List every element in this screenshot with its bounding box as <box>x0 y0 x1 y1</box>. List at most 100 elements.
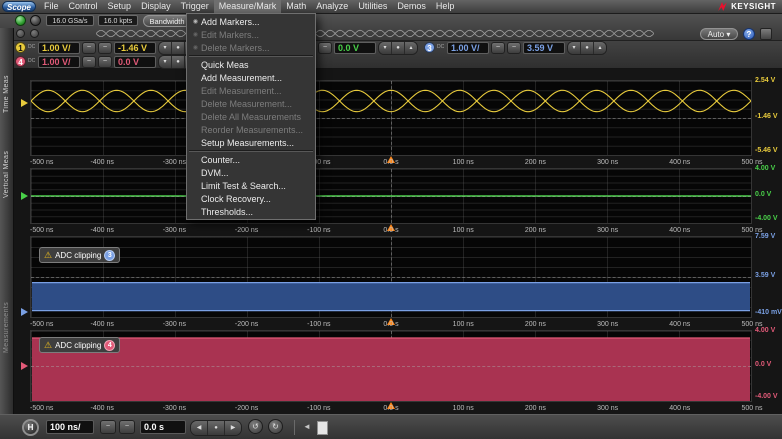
step-zero-icon[interactable]: ● <box>392 42 405 54</box>
channel-4-scale-field[interactable]: 1.00 V/ <box>38 56 80 68</box>
ground-marker-ch2[interactable] <box>21 192 28 200</box>
channel-3-offset-stepper: ▾●▴ <box>567 41 607 55</box>
menu-item-clock-recovery[interactable]: Clock Recovery... <box>187 192 315 205</box>
step-up-icon[interactable]: ▴ <box>594 42 606 54</box>
oscilloscope-app: Scope FileControlSetupDisplayTriggerMeas… <box>0 0 782 439</box>
measure-mark-menu: ◉Add Markers...◉Edit Markers...◉Delete M… <box>186 13 316 220</box>
menubar-item-display[interactable]: Display <box>136 0 176 13</box>
channel-3-scale-field[interactable]: 1.00 V/ <box>447 42 489 54</box>
channel-3-chip[interactable]: 3 <box>104 250 115 261</box>
run-button[interactable] <box>15 15 26 26</box>
menubar-item-control[interactable]: Control <box>64 0 103 13</box>
channel-2-scale-button-a[interactable]: ~ <box>318 42 332 54</box>
menu-item-thresholds[interactable]: Thresholds... <box>187 205 315 218</box>
ground-marker-ch1[interactable] <box>21 99 28 107</box>
horizontal-knob-icon[interactable] <box>16 29 25 38</box>
menubar-item-measure-mark[interactable]: Measure/Mark <box>214 0 282 13</box>
channel-3-offset-field[interactable]: 3.59 V <box>523 42 565 54</box>
menubar-item-math[interactable]: Math <box>281 0 311 13</box>
time-label: -500 ns <box>30 159 53 166</box>
grid-viewport-4[interactable]: ⚠ ADC clipping 4 <box>30 330 752 402</box>
delay-left-button[interactable]: ◀ <box>191 421 208 435</box>
channel-1-scale-button-b[interactable]: ~ <box>98 42 112 54</box>
ground-marker-ch3[interactable] <box>21 308 28 316</box>
bandwidth-button[interactable]: Bandwidth <box>143 15 191 27</box>
channel-3-scale-button-a[interactable]: ~ <box>491 42 505 54</box>
ground-marker-ch4[interactable] <box>21 362 28 370</box>
menu-item-limit-test-search[interactable]: Limit Test & Search... <box>187 179 315 192</box>
zoom-out-button[interactable]: ~ <box>100 420 116 434</box>
step-zero-icon[interactable]: ● <box>172 56 185 68</box>
menubar-item-setup[interactable]: Setup <box>103 0 137 13</box>
waveform-ch3 <box>31 237 751 317</box>
vertical-knob-icon[interactable] <box>30 29 39 38</box>
channel-3-scale-button-b[interactable]: ~ <box>507 42 521 54</box>
time-label: 200 ns <box>525 159 546 166</box>
zoom-in-button[interactable]: ~ <box>119 420 135 434</box>
menubar-item-trigger[interactable]: Trigger <box>176 0 214 13</box>
channel-4-offset-field[interactable]: 0.0 V <box>114 56 156 68</box>
grid-viewport-1[interactable] <box>30 80 752 156</box>
adc-clipping-badge-ch3[interactable]: ⚠ ADC clipping 3 <box>39 247 120 263</box>
sidebar-tab-time-meas[interactable]: Time Meas <box>0 62 13 126</box>
menu-item-dvm[interactable]: DVM... <box>187 166 315 179</box>
sidebar-tab-measurements[interactable]: Measurements <box>0 274 13 380</box>
menubar-item-utilities[interactable]: Utilities <box>353 0 392 13</box>
step-down-icon[interactable]: ▾ <box>159 56 172 68</box>
delay-right-button[interactable]: ▶ <box>225 421 241 435</box>
axis-label-ch4-bottom: -4.00 V <box>755 393 782 400</box>
horizontal-knob[interactable]: H <box>22 419 39 436</box>
channel-1-scale-button-a[interactable]: ~ <box>82 42 96 54</box>
help-button[interactable]: ? <box>743 28 755 40</box>
delay-field[interactable]: 0.0 s <box>140 420 186 434</box>
channel-3-badge[interactable]: 3 <box>424 42 435 53</box>
menu-item-quick-meas[interactable]: Quick Meas <box>187 58 315 71</box>
menubar-item-help[interactable]: Help <box>431 0 460 13</box>
channel-1-coupling: DC <box>28 45 36 50</box>
channel-1-scale-field[interactable]: 1.00 V/ <box>38 42 80 54</box>
acquisition-preview-strip[interactable] <box>96 28 654 39</box>
menubar-item-file[interactable]: File <box>39 0 64 13</box>
step-zero-icon[interactable]: ● <box>581 42 594 54</box>
grid-viewport-2[interactable] <box>30 168 752 224</box>
menu-item-counter[interactable]: Counter... <box>187 153 315 166</box>
channel-2-offset-field[interactable]: 0.0 V <box>334 42 376 54</box>
sidebar-tab-vertical-meas[interactable]: Vertical Meas <box>0 132 13 216</box>
menubar-item-demos[interactable]: Demos <box>392 0 431 13</box>
step-zero-icon[interactable]: ● <box>172 42 185 54</box>
step-down-icon[interactable]: ▾ <box>159 42 172 54</box>
document-icon[interactable] <box>317 421 328 435</box>
channel-4-scale-button-a[interactable]: ~ <box>82 56 96 68</box>
step-down-icon[interactable]: ▾ <box>379 42 392 54</box>
step-up-icon[interactable]: ▴ <box>405 42 417 54</box>
timebase-scale-field[interactable]: 100 ns/ <box>46 420 94 434</box>
scope-logo[interactable]: Scope <box>2 1 36 12</box>
waveform-ch4 <box>31 331 751 401</box>
channel-4-scale-button-b[interactable]: ~ <box>98 56 112 68</box>
channel-4-badge[interactable]: 4 <box>15 56 26 67</box>
menu-item-edit-measurement: Edit Measurement... <box>187 84 315 97</box>
channel-4-chip[interactable]: 4 <box>104 340 115 351</box>
auto-button[interactable]: Auto ▾ <box>700 28 738 40</box>
stop-button[interactable] <box>30 15 41 26</box>
grid-viewport-3[interactable]: ⚠ ADC clipping 3 <box>30 236 752 318</box>
menu-item-label: DVM... <box>201 168 229 178</box>
channel-1-offset-field[interactable]: -1.46 V <box>114 42 156 54</box>
speaker-icon[interactable]: ◄ <box>303 422 311 432</box>
memory-depth-box: 16.0 kpts <box>98 15 138 26</box>
menubar-item-analyze[interactable]: Analyze <box>311 0 353 13</box>
adc-clipping-badge-ch4[interactable]: ⚠ ADC clipping 4 <box>39 337 120 353</box>
time-axis-2: -500 ns-400 ns-300 ns-200 ns-100 ns0.0 s… <box>30 224 752 236</box>
panel-button[interactable] <box>760 28 772 40</box>
menu-item-add-measurement[interactable]: Add Measurement... <box>187 71 315 84</box>
adc-clipping-text: ADC clipping <box>55 251 101 260</box>
channel-1-badge[interactable]: 1 <box>15 42 26 53</box>
time-label: -100 ns <box>307 227 330 234</box>
delay-zero-button[interactable]: ● <box>208 421 225 435</box>
time-label: 400 ns <box>669 159 690 166</box>
step-down-icon[interactable]: ▾ <box>568 42 581 54</box>
menu-item-setup-measurements[interactable]: Setup Measurements... <box>187 136 315 149</box>
undo-pan-button[interactable]: ↺ <box>248 419 263 434</box>
redo-pan-button[interactable]: ↻ <box>268 419 283 434</box>
menu-item-add-markers[interactable]: ◉Add Markers... <box>187 15 315 28</box>
